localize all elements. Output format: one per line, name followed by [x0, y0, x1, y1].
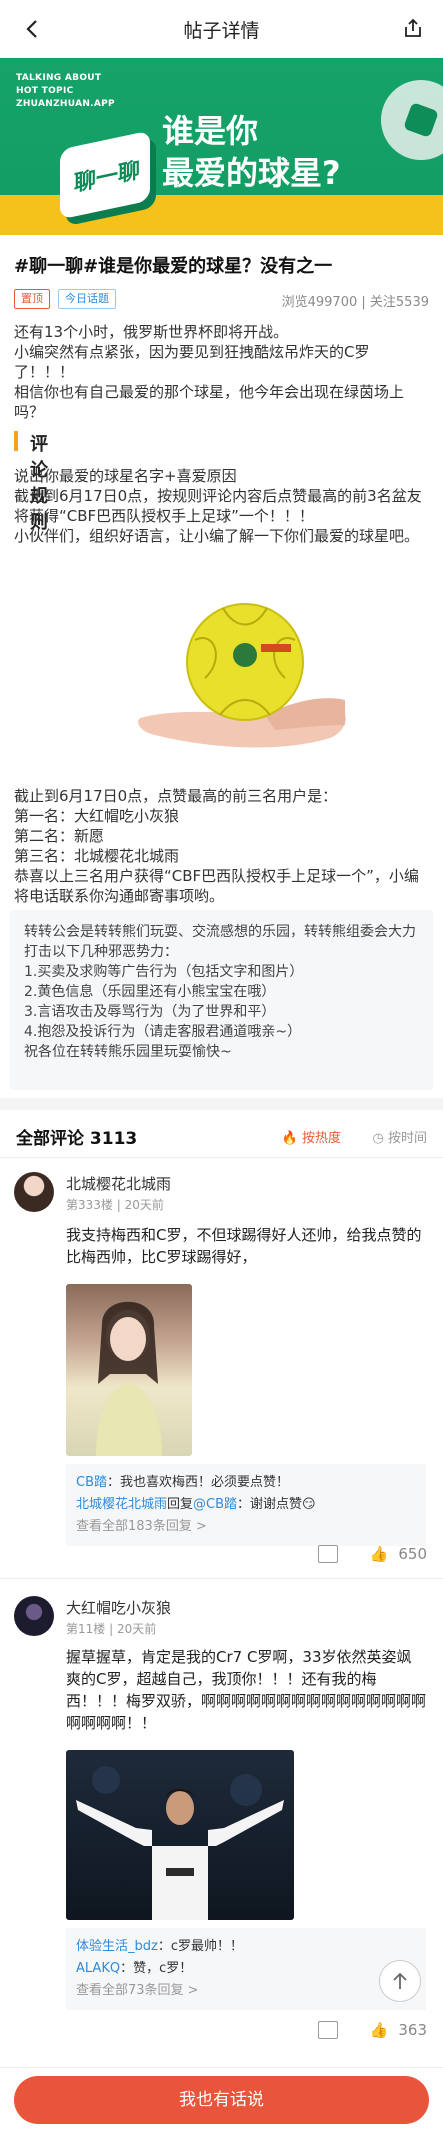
like-count: 650 [398, 1545, 427, 1563]
flame-icon: 🔥 [281, 1131, 298, 1146]
post-meta: 置顶 今日话题 浏览499700 | 关注5539 [14, 289, 429, 311]
thumbs-up-icon[interactable]: 👍 [370, 2021, 389, 2039]
comment-item: 大红帽吃小灰狼 第11楼 | 20天前 握草握草，肯定是我的Cr7 C罗啊，33… [0, 1582, 443, 2062]
banner-headline: 谁是你 最爱的球星? [162, 112, 341, 192]
view-all-replies-link[interactable]: 查看全部73条回复 > [76, 1980, 416, 2002]
comment-floor: 第11楼 | 20天前 [66, 1622, 157, 1636]
follow-count: 关注5539 [369, 295, 429, 310]
view-all-replies-link[interactable]: 查看全部183条回复 > [76, 1516, 416, 1538]
like-count: 363 [398, 2021, 427, 2039]
heading-accent-bar [14, 431, 18, 451]
post-stats: 浏览499700 | 关注5539 [281, 295, 429, 310]
winners-text: 截止到6月17日0点，点赞最高的前三名用户是： 第一名：大红帽吃小灰狼 第二名：… [14, 787, 419, 905]
banner-tag: TALKING ABOUT HOT TOPIC ZHUANZHUAN.APP [16, 73, 115, 109]
pinned-badge: 置顶 [14, 289, 50, 309]
nav-bar: 帖子详情 [0, 0, 443, 58]
bottom-bar: 我也有话说 [0, 2067, 443, 2131]
comment-author[interactable]: 北城樱花北城雨 [66, 1173, 171, 1194]
reply-item: 北城樱花北城雨回复@CB踏：谢谢点赞😏 [76, 1497, 316, 1512]
comment-photo[interactable] [66, 1284, 192, 1456]
reply-item: 体验生活_bdz：c罗最帅！！ [76, 1939, 243, 1954]
comment-author[interactable]: 大红帽吃小灰狼 [66, 1597, 171, 1618]
comments-header: 全部评论 3113 🔥 按热度 ◷ 按时间 [0, 1110, 443, 1158]
reply-item: ALAKQ：赞，c罗！ [76, 1961, 193, 1976]
scroll-to-top-button[interactable] [379, 1960, 421, 2002]
topic-banner: TALKING ABOUT HOT TOPIC ZHUANZHUAN.APP 聊… [0, 58, 443, 235]
reply-item: CB踏：我也喜欢梅西！必须要点赞！ [76, 1475, 290, 1490]
avatar[interactable] [14, 1596, 54, 1636]
comment-photo[interactable] [66, 1750, 294, 1920]
post-intro: 还有13个小时，俄罗斯世界杯即将开战。 小编突然有点紧张，因为要见到狂拽酷炫吊炸… [14, 323, 405, 421]
view-count: 浏览499700 [281, 295, 358, 310]
back-arrow-icon[interactable] [18, 15, 46, 43]
sort-by-hot-button[interactable]: 🔥 按热度 [282, 1127, 341, 1146]
topic-badge[interactable]: 今日话题 [58, 289, 116, 309]
arrow-up-icon [393, 1972, 407, 1989]
comment-actions: 👍 650 [317, 1542, 427, 1566]
reply-box[interactable]: CB踏：我也喜欢梅西！必须要点赞！ 北城樱花北城雨回复@CB踏：谢谢点赞😏 查看… [66, 1464, 426, 1546]
post-title: #聊一聊#谁是你最爱的球星？没有之一 [14, 256, 333, 277]
reply-icon[interactable] [317, 2021, 338, 2039]
comment-actions: 👍 363 [317, 2018, 427, 2042]
thumbs-up-icon[interactable]: 👍 [370, 1545, 389, 1563]
reply-icon[interactable] [317, 1545, 338, 1563]
section-divider [0, 1098, 443, 1110]
page-title: 帖子详情 [183, 19, 260, 42]
reply-box[interactable]: 体验生活_bdz：c罗最帅！！ ALAKQ：赞，c罗！ 查看全部73条回复 > [66, 1928, 426, 2010]
sort-by-time-button[interactable]: ◷ 按时间 [373, 1127, 428, 1146]
clock-icon: ◷ [372, 1131, 384, 1146]
comment-body: 握草握草，肯定是我的Cr7 C罗啊，33岁依然英姿飒爽的C罗，超越自己，我顶你！… [66, 1648, 427, 1732]
soccer-ball-icon [381, 80, 443, 160]
rules-text: 说出你最爱的球星名字+喜爱原因 截止到6月17日0点，按规则评论内容后点赞最高的… [14, 467, 422, 545]
share-icon[interactable] [399, 14, 427, 42]
notice-text: 转转公会是转转熊们玩耍、交流感想的乐园，转转熊组委会大力打击以下几种邪恶势力： … [24, 924, 416, 1060]
comment-item: 北城樱花北城雨 第333楼 | 20天前 我支持梅西和C罗，不但球踢得好人还帅，… [0, 1158, 443, 1578]
comments-count-title: 全部评论 3113 [16, 1129, 138, 1149]
write-comment-button[interactable]: 我也有话说 [14, 2076, 429, 2124]
comment-body: 我支持梅西和C罗，不但球踢得好人还帅，给我点赞的比梅西帅，比C罗球踢得好， [66, 1226, 422, 1266]
comment-floor: 第333楼 | 20天前 [66, 1198, 164, 1212]
comment-divider [0, 1578, 443, 1579]
prize-football-image [135, 600, 355, 775]
avatar[interactable] [14, 1172, 54, 1212]
